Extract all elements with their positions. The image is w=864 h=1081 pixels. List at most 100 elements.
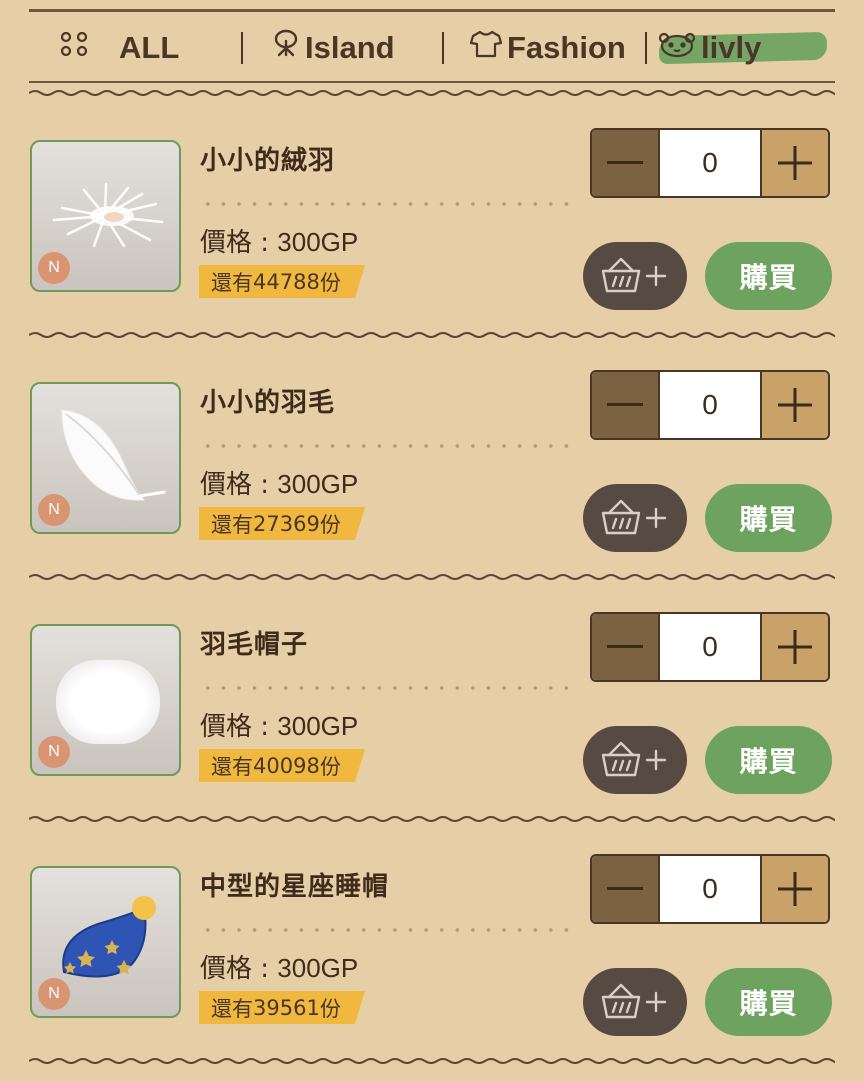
- item-name: 小小的羽毛: [200, 388, 336, 418]
- item-image[interactable]: N: [30, 140, 181, 292]
- item-name: 羽毛帽子: [200, 630, 309, 660]
- quantity-stepper: 0: [590, 854, 830, 924]
- basket-plus-icon: [601, 257, 667, 293]
- stock-suffix: 份: [319, 512, 341, 537]
- decrease-button[interactable]: [592, 372, 658, 438]
- price-value: 300GP: [277, 469, 359, 499]
- tab-separator: [645, 32, 647, 64]
- stock-badge: 還有 39561 份: [199, 991, 365, 1024]
- rarity-badge: N: [38, 736, 70, 768]
- dotted-divider: [200, 202, 576, 206]
- stock-count: 44788: [253, 269, 320, 294]
- decrease-button[interactable]: [592, 856, 658, 922]
- stock-suffix: 份: [319, 754, 341, 779]
- price-label: 價格 :: [200, 954, 278, 984]
- quantity-value[interactable]: 0: [658, 614, 762, 680]
- add-to-cart-button[interactable]: [583, 242, 687, 310]
- shop-item: N 中型的星座睡帽 價格 : 300GP 還有 39561 份 0 購買: [0, 854, 864, 1066]
- stock-count: 27369: [253, 511, 320, 536]
- quantity-stepper: 0: [590, 128, 830, 198]
- price-value: 300GP: [277, 953, 359, 983]
- item-image[interactable]: N: [30, 866, 181, 1018]
- shop-item: N 羽毛帽子 價格 : 300GP 還有 40098 份 0 購買: [0, 612, 864, 824]
- buy-button[interactable]: 購買: [705, 726, 832, 794]
- basket-plus-icon: [601, 499, 667, 535]
- decrease-button[interactable]: [592, 614, 658, 680]
- add-to-cart-button[interactable]: [583, 484, 687, 552]
- tab-all[interactable]: ALL: [59, 22, 179, 74]
- item-name: 小小的絨羽: [200, 146, 336, 176]
- item-price: 價格 : 300GP: [200, 464, 358, 501]
- stock-prefix: 還有: [211, 996, 253, 1021]
- increase-button[interactable]: [762, 856, 828, 922]
- tabs-divider: [29, 81, 835, 83]
- item-image[interactable]: N: [30, 382, 181, 534]
- quantity-value[interactable]: 0: [658, 130, 762, 196]
- quantity-value[interactable]: 0: [658, 372, 762, 438]
- shop-item: N 小小的絨羽 價格 : 300GP 還有 44788 份 0 購買: [0, 128, 864, 340]
- top-divider: [29, 9, 835, 12]
- stock-badge: 還有 27369 份: [199, 507, 365, 540]
- dotted-divider: [200, 444, 576, 448]
- tab-livly[interactable]: livly: [657, 22, 761, 74]
- increase-button[interactable]: [762, 130, 828, 196]
- tree-icon: [271, 28, 301, 68]
- minus-icon: [607, 403, 643, 406]
- basket-plus-icon: [601, 741, 667, 777]
- tab-fashion-label: Fashion: [507, 30, 626, 65]
- stock-prefix: 還有: [211, 270, 253, 295]
- tab-fashion[interactable]: Fashion: [469, 22, 626, 74]
- stock-badge: 還有 40098 份: [199, 749, 365, 782]
- item-price: 價格 : 300GP: [200, 222, 358, 259]
- stock-prefix: 還有: [211, 512, 253, 537]
- item-price: 價格 : 300GP: [200, 706, 358, 743]
- quantity-stepper: 0: [590, 612, 830, 682]
- plus-icon: [778, 388, 812, 422]
- stock-prefix: 還有: [211, 754, 253, 779]
- basket-plus-icon: [601, 983, 667, 1019]
- shirt-icon: [469, 29, 503, 67]
- tab-separator: [241, 32, 243, 64]
- stock-badge: 還有 44788 份: [199, 265, 365, 298]
- stock-suffix: 份: [319, 270, 341, 295]
- tab-livly-label: livly: [701, 30, 762, 65]
- increase-button[interactable]: [762, 372, 828, 438]
- buy-button[interactable]: 購買: [705, 484, 832, 552]
- add-to-cart-button[interactable]: [583, 968, 687, 1036]
- price-value: 300GP: [277, 711, 359, 741]
- tab-island-label: Island: [305, 30, 395, 65]
- plus-icon: [778, 630, 812, 664]
- plus-icon: [778, 146, 812, 180]
- item-name: 中型的星座睡帽: [200, 872, 390, 902]
- dotted-divider: [200, 928, 576, 932]
- minus-icon: [607, 161, 643, 164]
- increase-button[interactable]: [762, 614, 828, 680]
- add-to-cart-button[interactable]: [583, 726, 687, 794]
- tab-separator: [442, 32, 444, 64]
- wavy-divider: [29, 90, 835, 96]
- quantity-value[interactable]: 0: [658, 856, 762, 922]
- tab-all-label: ALL: [119, 30, 180, 65]
- item-image[interactable]: N: [30, 624, 181, 776]
- decrease-button[interactable]: [592, 130, 658, 196]
- price-label: 價格 :: [200, 228, 278, 258]
- item-price: 價格 : 300GP: [200, 948, 358, 985]
- price-label: 價格 :: [200, 470, 278, 500]
- tab-island[interactable]: Island: [271, 22, 395, 74]
- buy-button[interactable]: 購買: [705, 968, 832, 1036]
- livly-pet-icon: [657, 29, 697, 67]
- stock-count: 40098: [253, 753, 320, 778]
- category-tabs: ALL Island Fashion livly: [29, 22, 835, 74]
- dotted-divider: [200, 686, 576, 690]
- grid-dots-icon: [59, 29, 89, 67]
- rarity-badge: N: [38, 252, 70, 284]
- plus-icon: [778, 872, 812, 906]
- buy-button[interactable]: 購買: [705, 242, 832, 310]
- minus-icon: [607, 887, 643, 890]
- stock-suffix: 份: [319, 996, 341, 1021]
- quantity-stepper: 0: [590, 370, 830, 440]
- minus-icon: [607, 645, 643, 648]
- price-label: 價格 :: [200, 712, 278, 742]
- stock-count: 39561: [253, 995, 320, 1020]
- rarity-badge: N: [38, 494, 70, 526]
